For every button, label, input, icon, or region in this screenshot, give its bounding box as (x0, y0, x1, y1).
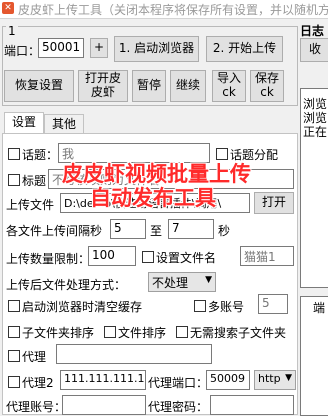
after-upload-select[interactable]: 不处理 ▼ (148, 272, 216, 292)
chevron-down-icon: ▼ (285, 373, 292, 383)
start-upload-button[interactable]: 2. 开始上传 (206, 36, 283, 62)
proxy-label: 代理 (22, 350, 47, 364)
proxy2-label: 代理2 (22, 376, 54, 390)
upload-limit-label: 上传数量限制： (6, 252, 91, 266)
interval-min-input[interactable]: 5 (110, 219, 146, 239)
plus-button[interactable]: + (90, 38, 108, 58)
bottom-log-box: 端 (300, 296, 328, 416)
filename-input[interactable]: 猫猫1 (240, 246, 294, 266)
clear-cache-checkbox[interactable] (8, 300, 20, 312)
multi-account-label: 多账号 (208, 300, 245, 314)
topic-input[interactable]: 我 (58, 143, 210, 163)
import-ck-button[interactable]: 导入 ck (212, 70, 246, 102)
upload-path-input[interactable]: D:\demo\快速易语言插件\调用\ (60, 193, 250, 213)
proxy-account-input[interactable] (62, 395, 146, 415)
tab-settings[interactable]: 设置 (4, 112, 44, 134)
save-ck-button[interactable]: 保存 ck (250, 70, 284, 102)
tab-other[interactable]: 其他 (44, 114, 84, 134)
restore-settings-button[interactable]: 恢复设置 (4, 70, 74, 102)
chevron-down-icon: ▼ (205, 275, 212, 285)
proxy-password-input[interactable] (210, 395, 294, 415)
topic-label: 话题： (22, 148, 59, 162)
title-input[interactable]: 不写该项则为文件名 (48, 169, 294, 189)
pause-button[interactable]: 暂停 (132, 70, 166, 102)
app-icon: ✕ (2, 2, 14, 14)
interval-to-label: 至 (150, 224, 163, 238)
topic-split-label: 话题分配 (230, 148, 279, 162)
set-filename-label: 设置文件名 (156, 251, 217, 265)
log-header: 日志 (300, 24, 325, 38)
file-sort-label: 文件排序 (118, 326, 167, 340)
subfolder-sort-checkbox[interactable] (8, 326, 20, 338)
open-file-button[interactable]: 打开 (254, 192, 294, 214)
start-browser-button[interactable]: 1. 启动浏览器 (114, 36, 199, 62)
interval-unit-label: 秒 (218, 224, 231, 238)
clear-cache-label: 启动浏览器时清空缓存 (22, 300, 143, 314)
proxy-port-input[interactable]: 50009 (206, 370, 250, 390)
proxy-password-label: 代理密码： (148, 400, 209, 414)
no-search-subfolder-checkbox[interactable] (176, 326, 188, 338)
open-pipixia-button[interactable]: 打开皮 皮虾 (78, 70, 128, 102)
proxy-checkbox[interactable] (8, 350, 20, 362)
port-input[interactable]: 50001 (38, 38, 84, 58)
set-filename-checkbox[interactable] (142, 251, 154, 263)
multi-account-input[interactable]: 5 (258, 294, 288, 314)
upload-file-label: 上传文件 (6, 198, 55, 212)
port-label: 端口： (4, 44, 41, 58)
window-title: 皮皮虾上传工具（关闭本程序将保存所有设置，并以随机方式 (18, 3, 328, 17)
after-upload-value: 不处理 (152, 276, 189, 290)
log-box[interactable]: 浏览 浏览 正在 (300, 88, 328, 288)
index-label: 1 (6, 24, 18, 38)
proxy2-input[interactable]: 111.111.111.11 (60, 370, 146, 390)
title-label: 标题 (22, 174, 47, 188)
proxy-protocol-select[interactable]: http ▼ (254, 370, 296, 390)
title-bar: ✕ 皮皮虾上传工具（关闭本程序将保存所有设置，并以随机方式 (0, 0, 328, 19)
log-line: 正在 (303, 125, 328, 139)
subfolder-sort-label: 子文件夹排序 (22, 326, 95, 340)
proxy-port-label: 代理端口： (148, 376, 209, 390)
bottom-log-label: 端 (313, 301, 326, 315)
multi-account-checkbox[interactable] (194, 300, 206, 312)
after-upload-label: 上传后文件处理方式： (6, 278, 127, 292)
topic-checkbox[interactable] (8, 148, 20, 160)
continue-button[interactable]: 继续 (170, 70, 206, 102)
no-search-subfolder-label: 无需搜索子文件夹 (190, 326, 287, 340)
file-sort-checkbox[interactable] (104, 326, 116, 338)
proxy-protocol-value: http (258, 372, 281, 385)
upload-limit-input[interactable]: 100 (88, 246, 136, 266)
topic-split-checkbox[interactable] (216, 148, 228, 160)
title-checkbox[interactable] (8, 174, 20, 186)
interval-max-input[interactable]: 7 (168, 219, 214, 239)
interval-label: 各文件上传间隔秒 (6, 224, 103, 238)
collect-button[interactable]: 收 (300, 38, 328, 62)
proxy-account-label: 代理账号： (6, 400, 67, 414)
proxy2-checkbox[interactable] (8, 376, 20, 388)
proxy-input[interactable] (56, 344, 212, 364)
